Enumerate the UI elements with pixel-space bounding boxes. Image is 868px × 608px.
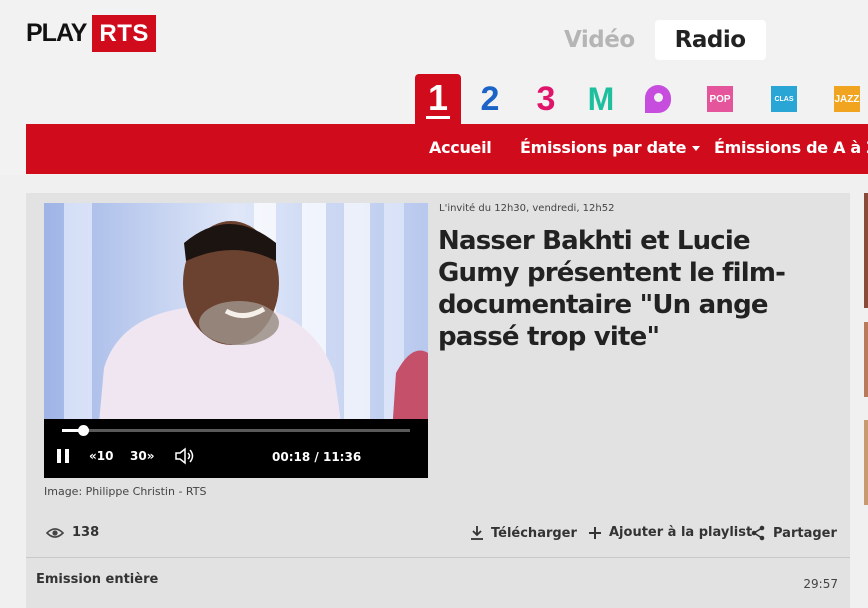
channel-option-musique[interactable]: M: [578, 74, 624, 124]
chevron-down-icon: [692, 146, 701, 151]
next-card-thumbnail[interactable]: [864, 322, 868, 397]
pause-icon: [57, 449, 69, 463]
logo-play-text: PLAY: [26, 18, 87, 47]
channel-couleur-3[interactable]: 3: [523, 74, 569, 124]
total-duration: 11:36: [322, 450, 362, 464]
play-rts-logo[interactable]: PLAY RTS: [26, 11, 156, 55]
forward-icon: »: [146, 449, 155, 463]
plus-icon: [589, 526, 601, 539]
view-count: 138: [46, 525, 99, 540]
main-navigation: Accueil Émissions par date Émissions de …: [26, 124, 868, 174]
nav-home[interactable]: Accueil: [429, 138, 492, 157]
video-player[interactable]: «10 30» 00:18 / 11:36: [44, 203, 428, 478]
download-label: Télécharger: [491, 525, 577, 541]
channel-classic[interactable]: CLAS: [761, 74, 807, 124]
player-controls: «10 30» 00:18 / 11:36: [44, 419, 428, 478]
nav-a-to-z[interactable]: Émissions de A à Z: [714, 138, 868, 157]
add-to-playlist-button[interactable]: Ajouter à la playlist: [588, 525, 752, 540]
rewind-button[interactable]: «10: [89, 449, 113, 463]
progress-track[interactable]: [62, 425, 410, 436]
channel-jazz[interactable]: JAZZ: [824, 74, 868, 124]
tab-video[interactable]: Vidéo: [548, 21, 651, 59]
rewind-icon: «: [89, 449, 97, 463]
episode-label: Emission entière: [36, 572, 159, 587]
nav-by-date-label: Émissions par date: [520, 138, 687, 157]
add-to-playlist-label: Ajouter à la playlist: [609, 525, 753, 540]
time-separator: /: [314, 450, 319, 464]
share-button[interactable]: Partager: [750, 525, 837, 541]
eye-icon: [46, 527, 64, 538]
site-header: PLAY RTS Vidéo Radio 1 2 3 M POP CLAS JA…: [0, 0, 868, 175]
forward-button[interactable]: 30»: [130, 449, 154, 463]
time-display: 00:18 / 11:36: [272, 450, 361, 464]
image-credit: Image: Philippe Christin - RTS: [44, 485, 207, 498]
next-card-thumbnail[interactable]: [864, 420, 868, 505]
channel-m-label: M: [587, 80, 615, 117]
media-switch: Vidéo Radio: [548, 20, 766, 60]
episode-duration: 29:57: [803, 577, 838, 591]
volume-icon: [175, 447, 194, 465]
channel-selector: 1 2 3 M POP CLAS JAZZ: [415, 74, 868, 124]
rewind-seconds: 10: [96, 449, 114, 463]
channel-pop[interactable]: POP: [697, 74, 743, 124]
volume-button[interactable]: [174, 447, 196, 468]
classic-logo-icon: CLAS: [771, 86, 797, 112]
jazz-logo-icon: JAZZ: [834, 86, 860, 112]
download-button[interactable]: Télécharger: [470, 525, 577, 541]
logo-rts-text: RTS: [92, 14, 156, 52]
nav-a-to-z-label: Émissions de A à Z: [714, 138, 868, 157]
page-title: Nasser Bakhti et Lucie Gumy présentent l…: [438, 226, 786, 352]
share-label: Partager: [773, 525, 837, 541]
channel-1-label: 1: [425, 76, 451, 119]
download-icon: [471, 526, 483, 540]
nav-by-date[interactable]: Émissions par date: [520, 138, 701, 157]
tab-radio[interactable]: Radio: [654, 20, 766, 60]
view-count-value: 138: [72, 525, 100, 540]
show-meta[interactable]: L'invité du 12h30, vendredi, 12h52: [439, 203, 614, 214]
pause-button[interactable]: [56, 448, 70, 467]
progress-handle[interactable]: [77, 425, 89, 436]
channel-2-label: 2: [480, 79, 500, 118]
channel-la-1ere[interactable]: 1: [415, 74, 461, 124]
channel-3-label: 3: [536, 79, 556, 118]
next-card-thumbnail[interactable]: [864, 193, 868, 308]
list-item[interactable]: Emission entière 29:57: [26, 558, 850, 608]
forward-seconds: 30: [130, 449, 147, 463]
media-card: «10 30» 00:18 / 11:36 Image: Philippe Ch…: [26, 193, 850, 558]
channel-espace-2[interactable]: 2: [467, 74, 513, 124]
channel-p-logo-icon: [645, 85, 671, 113]
pop-logo-icon: POP: [707, 86, 733, 112]
channel-podcast[interactable]: [635, 74, 681, 124]
current-time: 00:18: [272, 450, 311, 464]
share-icon: [751, 525, 765, 541]
